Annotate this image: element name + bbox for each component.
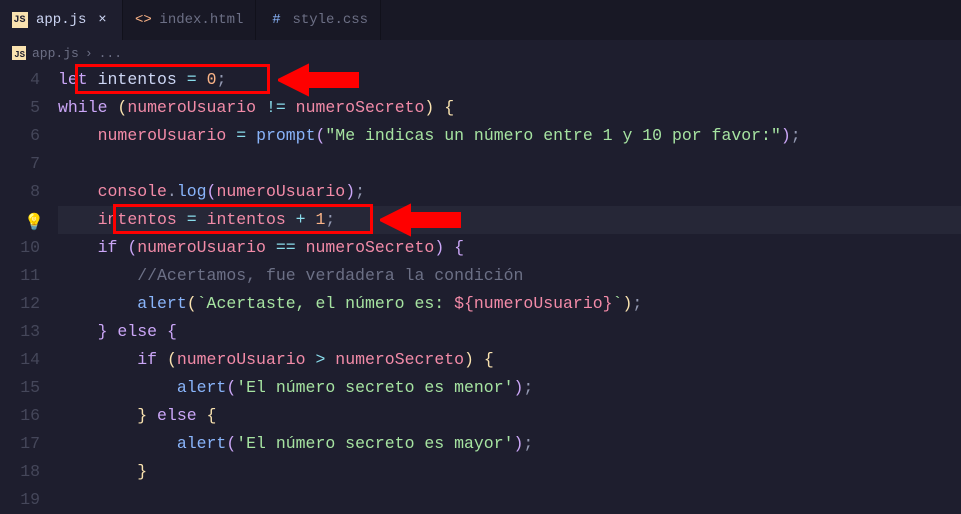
- close-icon[interactable]: ×: [94, 12, 110, 28]
- code-line[interactable]: } else {: [58, 318, 961, 346]
- code-line[interactable]: let intentos = 0;: [58, 66, 961, 94]
- html-icon: <>: [135, 12, 151, 28]
- tab-bar: JS app.js × <> index.html # style.css: [0, 0, 961, 40]
- code-line[interactable]: alert(`Acertaste, el número es: ${numero…: [58, 290, 961, 318]
- code-line[interactable]: console.log(numeroUsuario);: [58, 178, 961, 206]
- breadcrumb: JS app.js › ...: [0, 40, 961, 66]
- code-line[interactable]: }: [58, 458, 961, 486]
- code-line[interactable]: if (numeroUsuario > numeroSecreto) {: [58, 346, 961, 374]
- code-area[interactable]: let intentos = 0; while (numeroUsuario !…: [58, 66, 961, 514]
- breadcrumb-file[interactable]: app.js: [32, 46, 79, 61]
- code-line[interactable]: [58, 150, 961, 178]
- tab-label: style.css: [292, 12, 368, 28]
- tab-label: app.js: [36, 12, 86, 28]
- breadcrumb-symbol[interactable]: ...: [99, 46, 122, 61]
- code-line[interactable]: while (numeroUsuario != numeroSecreto) {: [58, 94, 961, 122]
- code-line[interactable]: [58, 486, 961, 514]
- lightbulb-icon[interactable]: 💡: [24, 209, 44, 237]
- css-icon: #: [268, 12, 284, 28]
- tab-label: index.html: [159, 12, 243, 28]
- code-line[interactable]: if (numeroUsuario == numeroSecreto) {: [58, 234, 961, 262]
- code-line[interactable]: numeroUsuario = prompt("Me indicas un nú…: [58, 122, 961, 150]
- js-icon: JS: [12, 12, 28, 28]
- line-gutter: 4 5 6 7 8 9 10 11 12 13 14 15 16 17 18 1…: [0, 66, 58, 514]
- tab-style-css[interactable]: # style.css: [256, 0, 381, 40]
- code-line[interactable]: } else {: [58, 402, 961, 430]
- tab-app-js[interactable]: JS app.js ×: [0, 0, 123, 40]
- code-line[interactable]: alert('El número secreto es mayor');: [58, 430, 961, 458]
- code-line[interactable]: intentos = intentos + 1;: [58, 206, 961, 234]
- tab-index-html[interactable]: <> index.html: [123, 0, 256, 40]
- code-editor[interactable]: 4 5 6 7 8 9 10 11 12 13 14 15 16 17 18 1…: [0, 66, 961, 514]
- js-icon: JS: [12, 46, 26, 60]
- chevron-right-icon: ›: [85, 46, 93, 61]
- code-line[interactable]: //Acertamos, fue verdadera la condición: [58, 262, 961, 290]
- code-line[interactable]: alert('El número secreto es menor');: [58, 374, 961, 402]
